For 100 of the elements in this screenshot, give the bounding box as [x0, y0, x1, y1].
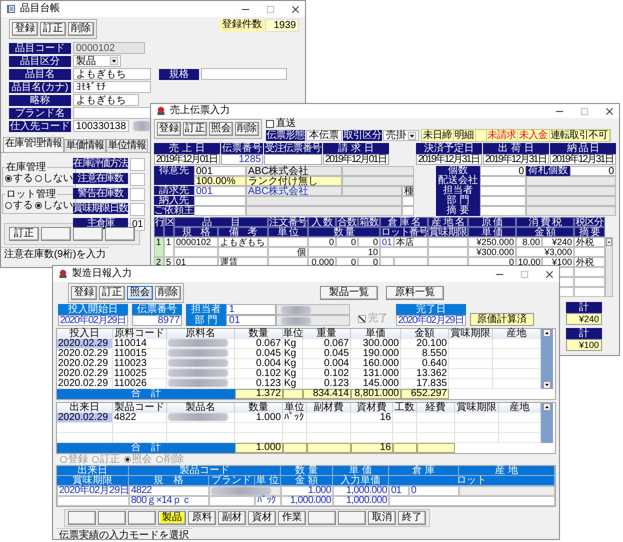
radio-button[interactable] — [5, 202, 12, 209]
input-field[interactable] — [402, 206, 414, 216]
blank-button[interactable] — [73, 227, 103, 241]
input-field[interactable]: よもぎもち — [73, 94, 139, 106]
input-field[interactable] — [73, 107, 151, 119]
input-field[interactable]: 2019年12月31日 — [550, 154, 616, 165]
toolbar-button[interactable]: 登録 — [157, 122, 181, 136]
close-icon[interactable] — [291, 4, 300, 14]
footer-button[interactable]: 訂正 — [9, 227, 39, 241]
input-field[interactable]: 001 — [194, 186, 246, 196]
close-icon[interactable] — [545, 270, 554, 278]
footer-button[interactable]: 終了 — [398, 511, 426, 525]
blank-button[interactable] — [98, 511, 126, 525]
input-field[interactable] — [480, 176, 526, 186]
dropdown-field[interactable]: 製品 — [73, 55, 121, 67]
tab[interactable]: 単価情報 — [64, 139, 106, 152]
input-field[interactable]: 1285 — [221, 154, 263, 165]
radio-button[interactable] — [35, 202, 42, 209]
input-field[interactable]: よもぎもち — [73, 68, 151, 80]
radio-label[interactable]: しない — [43, 200, 73, 211]
input-field[interactable]: 100330138 — [73, 120, 129, 132]
radio-label[interactable]: しない — [43, 173, 73, 184]
input-field[interactable]: 2019年12月31日 — [416, 154, 482, 165]
field-label: 警告在庫数 — [73, 188, 128, 199]
toolbar-button[interactable]: 登録 — [71, 286, 97, 300]
toolbar-button[interactable]: 削除 — [155, 286, 181, 300]
maximize-icon[interactable] — [520, 270, 529, 278]
tab[interactable]: 単位情報 — [106, 139, 148, 152]
toolbar-button[interactable]: 削除 — [68, 22, 94, 36]
input-field[interactable]: 2019年12月01日 — [154, 154, 220, 165]
table-cell: Kg — [283, 339, 303, 349]
input-field[interactable] — [130, 203, 145, 216]
maximize-icon[interactable] — [266, 4, 275, 14]
dropdown-field[interactable]: 本伝票 — [306, 130, 342, 141]
input-field[interactable] — [194, 196, 246, 206]
dropdown-field[interactable]: 売掛 — [383, 130, 419, 141]
scrollbar[interactable] — [541, 403, 553, 443]
input-field[interactable]: 2020年02月29日 — [396, 315, 466, 326]
dropdown-arrow-icon[interactable] — [408, 132, 416, 140]
input-field[interactable]: 8977 — [132, 315, 182, 326]
radio-label[interactable]: する — [13, 200, 33, 211]
input-field[interactable]: 2019年12月31日 — [483, 154, 549, 165]
input-field[interactable]: ﾖﾓｷﾞﾓﾁ — [73, 81, 151, 93]
toolbar-button[interactable]: 訂正 — [40, 22, 66, 36]
input-field[interactable] — [480, 206, 526, 216]
close-icon[interactable] — [605, 106, 614, 116]
radio-label[interactable]: する — [13, 173, 33, 184]
input-field[interactable] — [480, 186, 526, 196]
scrollbar[interactable] — [605, 237, 613, 297]
input-field[interactable] — [264, 154, 322, 165]
input-field[interactable]: 2019年12月01日 — [323, 154, 389, 165]
scroll-up-icon[interactable] — [606, 238, 612, 246]
field-label: 賞味期限日数 — [73, 203, 128, 214]
input-field[interactable] — [130, 158, 145, 171]
count-field[interactable]: 0 — [480, 166, 526, 176]
toolbar-button[interactable]: 照会 — [209, 122, 233, 136]
scroll-down-icon[interactable] — [543, 381, 551, 389]
checkbox[interactable] — [266, 120, 274, 128]
scroll-up-icon[interactable] — [543, 329, 551, 337]
toolbar-button[interactable]: 訂正 — [183, 122, 207, 136]
toolbar-button[interactable]: 登録 — [12, 22, 38, 36]
scrollbar[interactable] — [541, 329, 553, 389]
input-field[interactable]: 1 — [226, 304, 276, 315]
scroll-up-icon[interactable] — [543, 403, 551, 411]
blank-button[interactable] — [68, 511, 96, 525]
blank-button[interactable] — [338, 511, 366, 525]
checkbox[interactable] — [358, 314, 366, 322]
input-field[interactable] — [402, 196, 414, 206]
blank-button[interactable] — [308, 511, 336, 525]
input-field[interactable] — [201, 68, 287, 80]
footer-button[interactable]: 資材 — [248, 511, 276, 525]
blank-button[interactable] — [128, 511, 156, 525]
input-field[interactable] — [480, 196, 526, 206]
footer-button[interactable]: 原料 — [188, 511, 216, 525]
input-field[interactable]: 2020年02月29日 — [58, 315, 128, 326]
blank-button[interactable] — [41, 227, 71, 241]
toolbar-button[interactable]: 削除 — [235, 122, 259, 136]
input-field[interactable] — [130, 173, 145, 186]
footer-button[interactable]: 作業 — [278, 511, 306, 525]
radio-button[interactable] — [35, 175, 42, 182]
blank-button[interactable] — [105, 227, 135, 241]
footer-button[interactable]: 副材 — [218, 511, 246, 525]
dropdown-arrow-icon[interactable] — [110, 57, 118, 65]
input-field[interactable]: 01 — [226, 315, 276, 326]
list-button[interactable]: 原料一覧 — [386, 286, 444, 300]
input-field[interactable]: 001 — [194, 166, 246, 176]
input-field[interactable]: 01 — [130, 218, 145, 231]
table-cell — [417, 423, 455, 433]
input-field[interactable] — [130, 188, 145, 201]
toolbar-button[interactable]: 照会 — [127, 286, 153, 300]
radio-button[interactable] — [5, 175, 12, 182]
footer-button[interactable]: 製品 — [158, 511, 186, 525]
checkbox-label[interactable]: 直送 — [276, 118, 296, 129]
count-field[interactable]: 0 — [570, 166, 616, 176]
input-field[interactable] — [194, 206, 246, 216]
maximize-icon[interactable] — [580, 106, 589, 116]
footer-button[interactable]: 取消 — [368, 511, 396, 525]
list-button[interactable]: 製品一覧 — [320, 286, 378, 300]
tab[interactable]: 在庫管理情報 — [3, 137, 64, 152]
toolbar-button[interactable]: 訂正 — [99, 286, 125, 300]
